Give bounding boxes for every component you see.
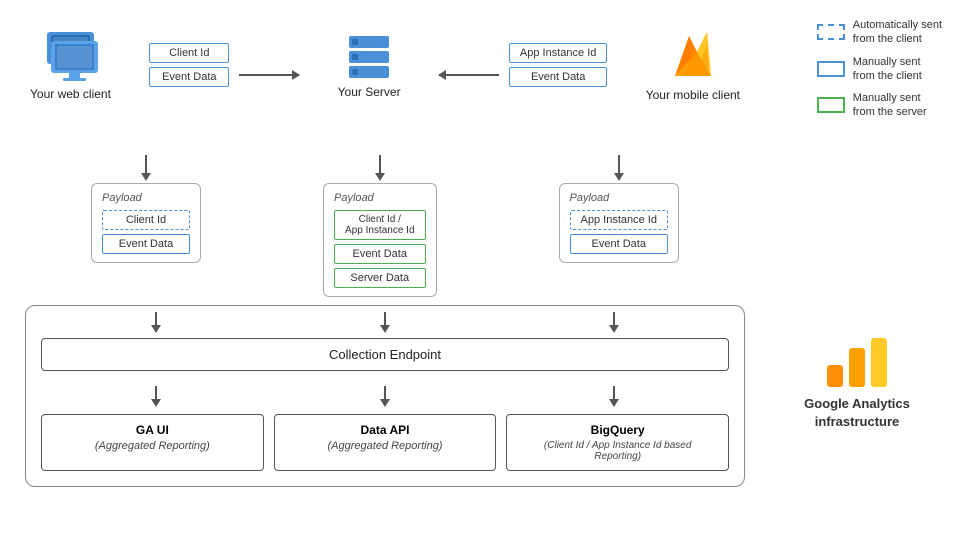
server-payload-client-id: Client Id / App Instance Id (334, 210, 426, 240)
mobile-client-group: Your mobile client (646, 28, 740, 102)
data-api-box: Data API (Aggregated Reporting) (274, 414, 497, 471)
web-to-server-group: Client Id Event Data (149, 43, 299, 87)
server-payload-items: Client Id / App Instance Id Event Data S… (334, 210, 426, 288)
server-payload-label: Payload (334, 192, 426, 204)
mobile-payload-label: Payload (570, 192, 668, 204)
ga-ui-subtitle: (Aggregated Reporting) (54, 440, 251, 452)
top-section: Your web client Client Id Event Data You… (30, 28, 740, 102)
mobile-payload-box: Payload App Instance Id Event Data (559, 183, 679, 263)
mobile-to-server-group: App Instance Id Event Data (439, 43, 607, 87)
server-group: Your Server (338, 31, 401, 99)
bigquery-title: BigQuery (519, 423, 716, 437)
collection-wrapper: Collection Endpoint (25, 305, 745, 487)
server-payload-box: Payload Client Id / App Instance Id Even… (323, 183, 437, 297)
legend-box-manual-server (817, 97, 845, 113)
collection-endpoint-label: Collection Endpoint (329, 347, 441, 362)
legend-box-auto-client (817, 24, 845, 40)
web-payload-event-data: Event Data (102, 234, 190, 254)
web-payload-box: Payload Client Id Event Data (91, 183, 201, 263)
legend: Automatically sentfrom the client Manual… (817, 18, 942, 120)
web-payload-column: Payload Client Id Event Data (91, 155, 201, 297)
arrow-down-to-collection-2 (377, 312, 393, 334)
web-client-group: Your web client (30, 30, 111, 101)
arrows-to-outputs (41, 386, 729, 408)
server-payload-server-data: Server Data (334, 268, 426, 288)
web-payload-items: Client Id Event Data (102, 210, 190, 254)
legend-item-manual-client: Manually sentfrom the client (817, 55, 942, 84)
mobile-payload-column: Payload App Instance Id Event Data (559, 155, 679, 297)
collection-endpoint: Collection Endpoint (41, 338, 729, 371)
server-payload-column: Payload Client Id / App Instance Id Even… (323, 155, 437, 297)
monitor-icon-2 (47, 39, 102, 83)
ga-bar-chart-icon (822, 330, 892, 390)
client-id-box: Client Id (149, 43, 229, 63)
legend-auto-client-text: Automatically sentfrom the client (853, 18, 942, 47)
server-payload-event-data: Event Data (334, 244, 426, 264)
firebase-icon (669, 28, 717, 84)
event-data-box-web: Event Data (149, 67, 229, 87)
main-diagram: Automatically sentfrom the client Manual… (0, 0, 960, 540)
legend-manual-client-text: Manually sentfrom the client (853, 55, 922, 84)
arrow-down-server (372, 155, 388, 183)
data-api-subtitle: (Aggregated Reporting) (287, 440, 484, 452)
mobile-data-boxes: App Instance Id Event Data (509, 43, 607, 87)
legend-item-manual-server: Manually sentfrom the server (817, 91, 942, 120)
legend-item-auto-client: Automatically sentfrom the client (817, 18, 942, 47)
server-label: Your Server (338, 85, 401, 99)
server-icon (344, 31, 394, 81)
bigquery-box: BigQuery (Client Id / App Instance Id ba… (506, 414, 729, 471)
mobile-payload-event-data: Event Data (570, 234, 668, 254)
arrow-down-to-collection-3 (606, 312, 622, 334)
arrow-down-to-collection-1 (148, 312, 164, 334)
arrow-down-to-output-1 (148, 386, 164, 408)
web-data-boxes: Client Id Event Data (149, 43, 229, 87)
output-boxes: GA UI (Aggregated Reporting) Data API (A… (41, 414, 729, 471)
collection-section: Collection Endpoint (25, 305, 745, 487)
legend-box-manual-client (817, 61, 845, 77)
ga-ui-box: GA UI (Aggregated Reporting) (41, 414, 264, 471)
bigquery-subtitle: (Client Id / App Instance Id based Repor… (519, 440, 716, 462)
app-instance-id-box: App Instance Id (509, 43, 607, 63)
arrow-down-mobile (611, 155, 627, 183)
ga-section: Google Analytics infrastructure (772, 330, 942, 431)
ga-ui-title: GA UI (54, 423, 251, 437)
mobile-payload-items: App Instance Id Event Data (570, 210, 668, 254)
payload-area: Payload Client Id Event Data Payload Cli… (30, 155, 740, 297)
web-payload-client-id: Client Id (102, 210, 190, 230)
web-client-label: Your web client (30, 87, 111, 101)
mobile-client-label: Your mobile client (646, 88, 740, 102)
arrow-down-to-output-3 (606, 386, 622, 408)
arrow-down-to-output-2 (377, 386, 393, 408)
arrow-mobile-to-server (439, 74, 499, 76)
ga-infrastructure-label: Google Analytics infrastructure (804, 395, 910, 431)
arrows-to-collection (41, 312, 729, 334)
web-payload-label: Payload (102, 192, 190, 204)
mobile-payload-app-instance-id: App Instance Id (570, 210, 668, 230)
event-data-box-mobile-top: Event Data (509, 67, 607, 87)
arrow-web-to-server (239, 74, 299, 76)
arrow-down-web (138, 155, 154, 183)
data-api-title: Data API (287, 423, 484, 437)
legend-manual-server-text: Manually sentfrom the server (853, 91, 927, 120)
